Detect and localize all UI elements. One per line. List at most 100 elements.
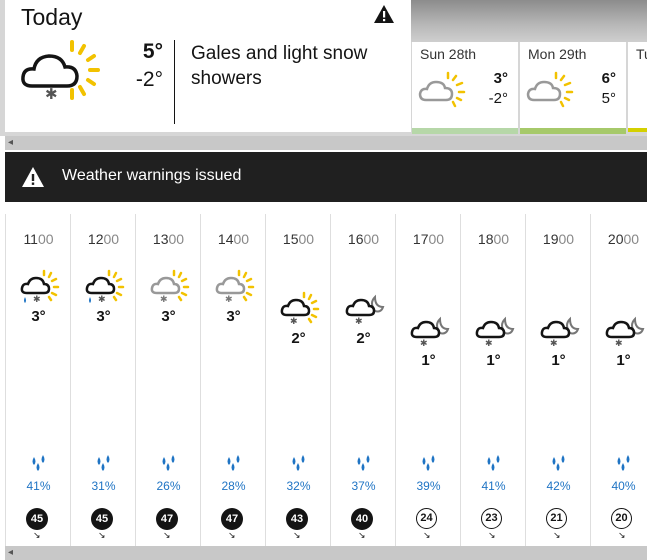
raindrops-icon: [487, 455, 500, 471]
day-card-sun[interactable]: Sun 28th 3° -2°: [412, 42, 518, 134]
hour-temp: 2°: [356, 330, 371, 347]
hour-time: 1200: [87, 231, 120, 247]
day-name: Tu: [636, 46, 647, 62]
hour-column[interactable]: 1600 ✱ 2° 37% 40 ↘: [330, 214, 396, 546]
grey-snow-sun-icon: ✱: [215, 269, 255, 304]
hour-time: 1100: [23, 231, 54, 247]
snow-moon-icon: ✱: [410, 316, 450, 348]
wind-speed-badge: 47: [221, 508, 243, 530]
hour-time: 1800: [477, 231, 510, 247]
svg-text:✱: ✱: [225, 294, 233, 304]
day-card-mon[interactable]: Mon 29th 6° 5°: [520, 42, 626, 134]
wind-speed-badge: 23: [481, 508, 502, 529]
raindrops-icon: [97, 455, 110, 471]
wind-direction-icon: ↘: [618, 530, 626, 540]
svg-text:✱: ✱: [420, 338, 428, 348]
snow-moon-icon: ✱: [475, 316, 515, 348]
wind-direction-icon: ↘: [423, 530, 431, 540]
weather-warning-banner[interactable]: Weather warnings issued: [5, 152, 647, 202]
raindrops-icon: [292, 455, 305, 471]
banner-text: Weather warnings issued: [62, 167, 242, 184]
precip-chance: 37%: [351, 479, 376, 493]
svg-text:✱: ✱: [355, 316, 363, 326]
svg-text:✱: ✱: [615, 338, 623, 348]
hour-column[interactable]: 1500 ✱ 2° 32% 43 ↘: [265, 214, 331, 546]
wind-direction-icon: ↘: [488, 530, 496, 540]
hour-column[interactable]: 1300 ✱ 3° 26% 47 ↘: [135, 214, 201, 546]
hour-time: 1900: [542, 231, 575, 247]
cloud-sun-icon: [526, 71, 574, 108]
background-photo: [410, 0, 647, 42]
today-low-temp: -2°: [135, 68, 163, 91]
daily-scrollbar[interactable]: ◂: [5, 136, 647, 150]
svg-text:✱: ✱: [33, 294, 41, 304]
wind-direction-icon: ↘: [553, 530, 561, 540]
hour-time: 2000: [607, 231, 640, 247]
scroll-left-icon[interactable]: ◂: [8, 137, 13, 148]
snow-moon-icon: ✱: [540, 316, 580, 348]
daily-forecast-strip: Today ✱ 5° -2° Gales and light snow show…: [0, 0, 647, 136]
sleet-sun-icon: ✱: [20, 269, 60, 304]
hour-temp: 3°: [161, 308, 176, 325]
svg-text:✱: ✱: [45, 85, 58, 103]
precip-chance: 28%: [221, 479, 246, 493]
hour-column[interactable]: 1200 ✱ 3° 31% 45 ↘: [70, 214, 136, 546]
day-high: 6°: [601, 70, 616, 87]
today-high-temp: 5°: [142, 40, 163, 63]
raindrops-icon: [617, 455, 630, 471]
day-name: Sun 28th: [420, 46, 477, 62]
hour-time: 1300: [152, 231, 185, 247]
precip-chance: 26%: [156, 479, 181, 493]
light-snow-sun-icon: ✱: [21, 40, 100, 103]
wind-speed-badge: 45: [26, 508, 48, 530]
hourly-scrollbar[interactable]: ◂: [5, 546, 647, 560]
wind-direction-icon: ↘: [293, 530, 301, 540]
hour-temp: 1°: [551, 352, 566, 369]
today-panel[interactable]: Today ✱ 5° -2° Gales and light snow show…: [5, 0, 411, 132]
day-name: Mon 29th: [528, 46, 587, 62]
hour-temp: 1°: [421, 352, 436, 369]
raindrops-icon: [162, 455, 175, 471]
day-card-tue[interactable]: Tu: [628, 42, 647, 132]
precip-chance: 41%: [26, 479, 51, 493]
svg-text:✱: ✱: [290, 316, 298, 326]
wind-direction-icon: ↘: [98, 530, 106, 540]
day-color-strip: [412, 128, 518, 134]
warning-icon: [22, 167, 44, 187]
wind-speed-badge: 40: [351, 508, 373, 530]
precip-chance: 42%: [546, 479, 571, 493]
wind-direction-icon: ↘: [163, 530, 171, 540]
wind-speed-badge: 47: [156, 508, 178, 530]
hour-time: 1400: [217, 231, 250, 247]
hour-column[interactable]: 1100 ✱ 3° 41% 45 ↘: [5, 214, 71, 546]
divider: [174, 40, 175, 124]
hour-temp: 1°: [486, 352, 501, 369]
scroll-left-icon[interactable]: ◂: [8, 547, 13, 558]
hour-column[interactable]: 1800 ✱ 1° 41% 23 ↘: [460, 214, 526, 546]
grey-snow-sun-icon: ✱: [150, 269, 190, 304]
warning-icon[interactable]: [373, 4, 395, 24]
day-color-strip: [520, 128, 626, 134]
precip-chance: 39%: [416, 479, 441, 493]
wind-speed-badge: 20: [611, 508, 632, 529]
hour-column[interactable]: 2000 ✱ 1° 40% 20 ↘: [590, 214, 647, 546]
precip-chance: 31%: [91, 479, 116, 493]
snow-moon-icon: ✱: [605, 316, 645, 348]
snow-sun-icon: ✱: [280, 291, 320, 326]
raindrops-icon: [32, 455, 45, 471]
raindrops-icon: [422, 455, 435, 471]
hour-temp: 3°: [226, 308, 241, 325]
hour-column[interactable]: 1700 ✱ 1° 39% 24 ↘: [395, 214, 461, 546]
day-color-strip: [628, 128, 647, 132]
today-description: Gales and light snow showers: [191, 43, 368, 89]
hour-temp: 3°: [31, 308, 46, 325]
day-low: 5°: [601, 90, 616, 107]
hour-temp: 1°: [616, 352, 631, 369]
hour-time: 1600: [347, 231, 380, 247]
wind-direction-icon: ↘: [358, 530, 366, 540]
hourly-forecast[interactable]: 1100 ✱ 3° 41% 45 ↘ 1200 ✱ 3° 31% 45 ↘ 13…: [0, 214, 647, 546]
hour-column[interactable]: 1400 ✱ 3° 28% 47 ↘: [200, 214, 266, 546]
wind-speed-badge: 21: [546, 508, 567, 529]
raindrops-icon: [357, 455, 370, 471]
hour-column[interactable]: 1900 ✱ 1° 42% 21 ↘: [525, 214, 591, 546]
